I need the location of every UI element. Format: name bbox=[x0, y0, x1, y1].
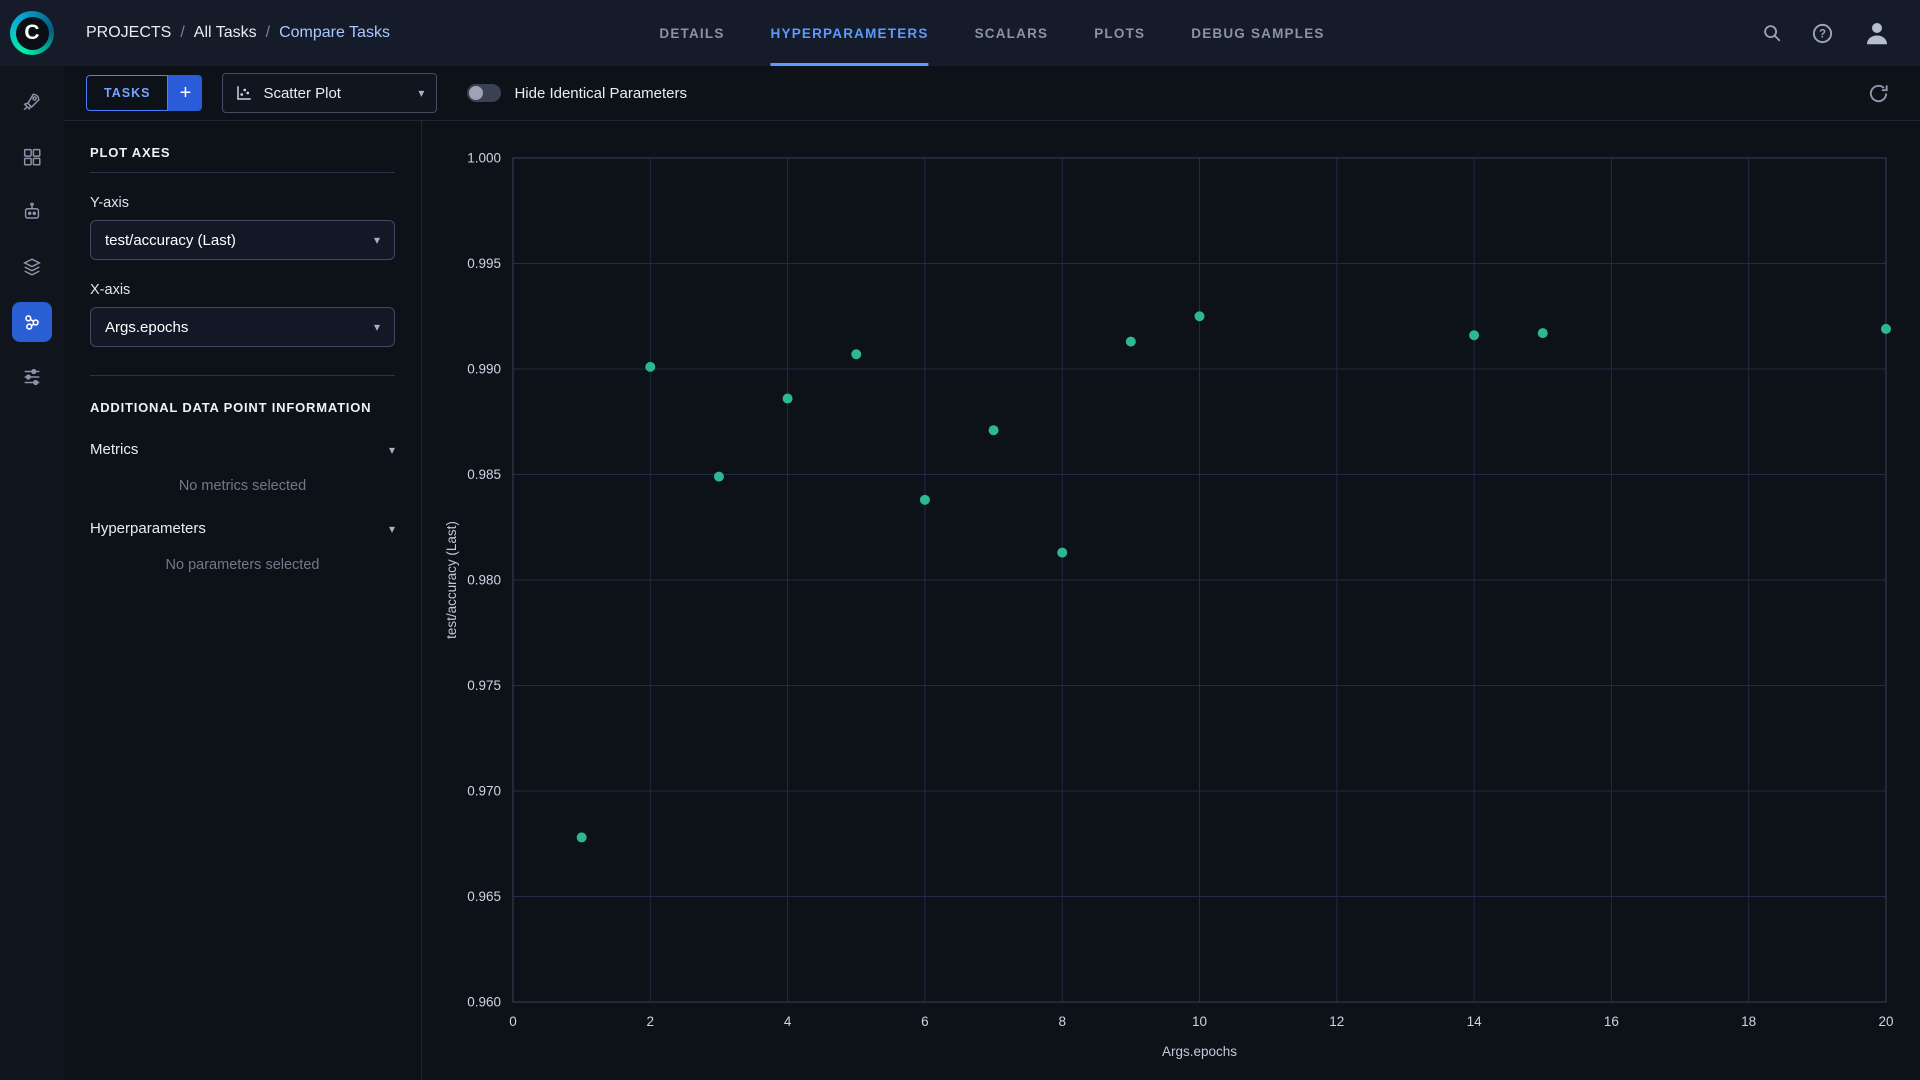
caret-down-icon: ▾ bbox=[374, 233, 380, 247]
clearml-logo[interactable]: C bbox=[10, 11, 54, 55]
workers-queues-icon bbox=[21, 366, 43, 388]
svg-text:4: 4 bbox=[784, 1014, 792, 1029]
tab-debug-samples[interactable]: DEBUG SAMPLES bbox=[1191, 0, 1324, 66]
sidebar-item-models[interactable] bbox=[12, 192, 52, 232]
plot-settings-panel: PLOT AXES Y-axis test/accuracy (Last) ▾ … bbox=[64, 121, 422, 1080]
svg-text:16: 16 bbox=[1604, 1014, 1619, 1029]
metrics-empty-state: No metrics selected bbox=[90, 478, 395, 494]
tab-details[interactable]: DETAILS bbox=[659, 0, 724, 66]
svg-text:0.980: 0.980 bbox=[467, 573, 501, 588]
help-icon[interactable]: ? bbox=[1811, 22, 1834, 45]
topbar-actions: ? bbox=[1761, 18, 1920, 48]
logo-wrap: C bbox=[0, 11, 64, 55]
add-task-button[interactable]: + bbox=[168, 75, 202, 111]
svg-text:1.000: 1.000 bbox=[467, 151, 501, 166]
svg-text:14: 14 bbox=[1467, 1014, 1483, 1029]
user-avatar[interactable] bbox=[1862, 18, 1892, 48]
svg-text:8: 8 bbox=[1058, 1014, 1066, 1029]
hide-identical-toggle[interactable] bbox=[467, 84, 501, 102]
left-rail bbox=[0, 66, 64, 1080]
refresh-icon[interactable] bbox=[1867, 82, 1890, 105]
hide-identical-label: Hide Identical Parameters bbox=[514, 85, 687, 102]
sidebar-item-datasets[interactable] bbox=[12, 137, 52, 177]
caret-down-icon: ▾ bbox=[418, 86, 424, 100]
breadcrumb-compare-tasks[interactable]: Compare Tasks bbox=[279, 24, 390, 42]
search-icon[interactable] bbox=[1761, 22, 1783, 44]
chart-area: 0 2 4 6 8 10 12 14 16 18 20 1.000 0.995 0.990 0.985 0.9… bbox=[422, 121, 1920, 1080]
toggle-knob bbox=[469, 86, 483, 100]
breadcrumb-projects[interactable]: PROJECTS bbox=[86, 24, 171, 42]
hyperparameters-collapsible[interactable]: Hyperparameters ▾ bbox=[90, 520, 395, 537]
svg-text:Args.epochs: Args.epochs bbox=[1162, 1044, 1237, 1059]
breadcrumb-all-tasks[interactable]: All Tasks bbox=[194, 24, 257, 42]
breadcrumb-separator: / bbox=[180, 24, 184, 42]
tasks-button[interactable]: TASKS bbox=[86, 75, 168, 111]
svg-text:2: 2 bbox=[647, 1014, 655, 1029]
tab-hyperparameters[interactable]: HYPERPARAMETERS bbox=[771, 0, 929, 66]
svg-text:test/accuracy (Last): test/accuracy (Last) bbox=[444, 521, 459, 639]
experiments-icon bbox=[21, 311, 43, 333]
sidebar-item-experiments[interactable] bbox=[12, 302, 52, 342]
svg-text:0.995: 0.995 bbox=[467, 256, 501, 271]
svg-text:6: 6 bbox=[921, 1014, 929, 1029]
svg-text:0.990: 0.990 bbox=[467, 362, 501, 377]
svg-text:?: ? bbox=[1819, 28, 1826, 40]
additional-info-title: ADDITIONAL DATA POINT INFORMATION bbox=[90, 400, 395, 415]
plot-type-select[interactable]: Scatter Plot ▾ bbox=[222, 73, 437, 113]
x-axis-select[interactable]: Args.epochs ▾ bbox=[90, 307, 395, 347]
svg-text:0: 0 bbox=[509, 1014, 517, 1029]
x-axis-value: Args.epochs bbox=[105, 319, 188, 336]
scatter-plot[interactable]: 0 2 4 6 8 10 12 14 16 18 20 1.000 0.995 0.990 0.985 0.9… bbox=[422, 121, 1920, 1080]
tab-bar: DETAILS HYPERPARAMETERS SCALARS PLOTS DE… bbox=[659, 0, 1324, 66]
metrics-label: Metrics bbox=[90, 441, 138, 458]
metrics-collapsible[interactable]: Metrics ▾ bbox=[90, 441, 395, 458]
plot-axes-title: PLOT AXES bbox=[90, 145, 395, 160]
svg-text:0.965: 0.965 bbox=[467, 889, 501, 904]
hyperparameters-empty-state: No parameters selected bbox=[90, 557, 395, 573]
plot-type-value: Scatter Plot bbox=[263, 85, 341, 102]
svg-text:12: 12 bbox=[1329, 1014, 1344, 1029]
y-axis-label: Y-axis bbox=[90, 195, 395, 211]
compare-toolbar: TASKS + Scatter Plot ▾ Hide Identical Pa… bbox=[64, 66, 1920, 121]
clearml-logo-letter: C bbox=[16, 17, 49, 50]
breadcrumb-separator: / bbox=[266, 24, 270, 42]
svg-text:18: 18 bbox=[1741, 1014, 1756, 1029]
svg-text:10: 10 bbox=[1192, 1014, 1207, 1029]
datasets-icon bbox=[21, 146, 43, 168]
x-axis-label: X-axis bbox=[90, 282, 395, 298]
sidebar-item-pipelines[interactable] bbox=[12, 247, 52, 287]
tab-plots[interactable]: PLOTS bbox=[1094, 0, 1145, 66]
tab-scalars[interactable]: SCALARS bbox=[975, 0, 1049, 66]
y-axis-select[interactable]: test/accuracy (Last) ▾ bbox=[90, 220, 395, 260]
models-icon bbox=[21, 201, 43, 223]
y-axis-value: test/accuracy (Last) bbox=[105, 232, 236, 249]
hyperparameters-label: Hyperparameters bbox=[90, 520, 206, 537]
svg-text:0.975: 0.975 bbox=[467, 678, 501, 693]
breadcrumb: PROJECTS / All Tasks / Compare Tasks bbox=[86, 24, 390, 42]
svg-text:0.985: 0.985 bbox=[467, 467, 501, 482]
scatter-plot-icon bbox=[235, 84, 253, 102]
rocket-icon bbox=[21, 91, 43, 113]
svg-text:0.970: 0.970 bbox=[467, 784, 501, 799]
svg-text:0.960: 0.960 bbox=[467, 995, 501, 1010]
svg-text:20: 20 bbox=[1878, 1014, 1893, 1029]
top-bar: C PROJECTS / All Tasks / Compare Tasks D… bbox=[0, 0, 1920, 66]
sidebar-item-dashboard[interactable] bbox=[12, 82, 52, 122]
sidebar-item-workers-queues[interactable] bbox=[12, 357, 52, 397]
caret-down-icon: ▾ bbox=[374, 320, 380, 334]
divider bbox=[90, 172, 395, 173]
caret-down-icon: ▾ bbox=[389, 443, 395, 457]
pipelines-icon bbox=[21, 256, 43, 278]
divider bbox=[90, 375, 395, 376]
tasks-split-button: TASKS + bbox=[86, 75, 202, 111]
caret-down-icon: ▾ bbox=[389, 522, 395, 536]
